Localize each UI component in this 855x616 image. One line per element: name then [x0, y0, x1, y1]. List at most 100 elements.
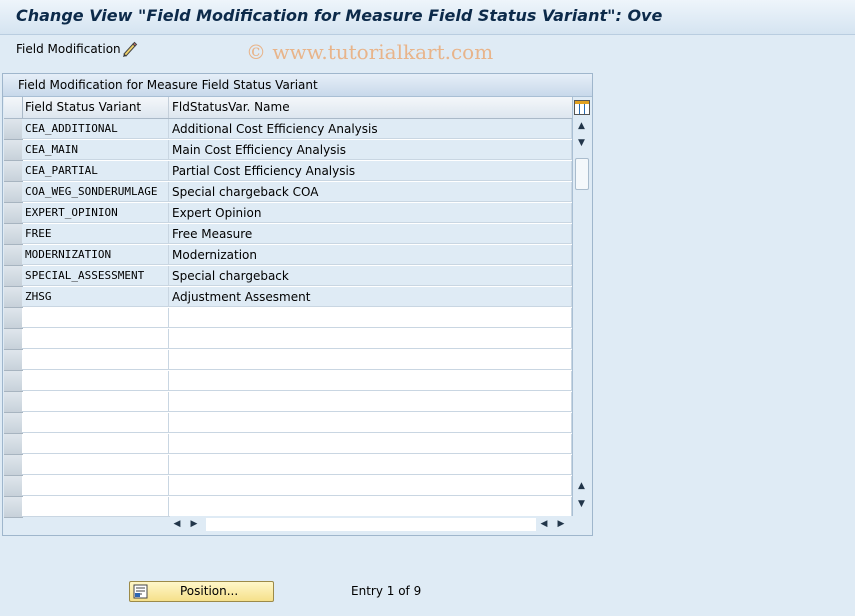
field-status-variant-name-cell[interactable]	[169, 308, 572, 328]
field-status-variant-name-cell[interactable]	[169, 476, 572, 496]
pencil-icon[interactable]	[121, 40, 139, 58]
row-selector[interactable]	[4, 287, 23, 308]
field-status-variant-name-cell[interactable]	[169, 413, 572, 433]
table-row[interactable]: MODERNIZATION Modernization	[4, 245, 572, 266]
field-status-variant-name-cell[interactable]: Additional Cost Efficiency Analysis	[169, 119, 572, 139]
scroll-down-icon[interactable]: ▼	[575, 137, 588, 150]
table-row[interactable]	[4, 329, 572, 350]
table-row[interactable]: CEA_MAIN Main Cost Efficiency Analysis	[4, 140, 572, 161]
row-selector[interactable]	[4, 119, 23, 140]
table-row[interactable]	[4, 371, 572, 392]
field-status-variant-cell[interactable]: CEA_MAIN	[22, 140, 169, 160]
field-status-variant-name-cell[interactable]: Main Cost Efficiency Analysis	[169, 140, 572, 160]
field-status-variant-cell[interactable]: CEA_ADDITIONAL	[22, 119, 169, 139]
field-status-variant-cell[interactable]: FREE	[22, 224, 169, 244]
row-selector[interactable]	[4, 497, 23, 518]
column-header-fldstatusvar-name[interactable]: FldStatusVar. Name	[169, 97, 572, 118]
field-status-variant-name-cell[interactable]	[169, 392, 572, 412]
table-row[interactable]	[4, 434, 572, 455]
field-status-variant-cell[interactable]	[22, 371, 169, 391]
field-status-variant-name-cell[interactable]: Adjustment Assesment	[169, 287, 572, 307]
row-selector[interactable]	[4, 140, 23, 161]
table-row[interactable]	[4, 413, 572, 434]
scroll-thumb[interactable]	[575, 158, 589, 190]
select-all-cell[interactable]	[4, 97, 23, 118]
scroll-left-icon[interactable]: ◀	[171, 518, 183, 531]
field-status-variant-name-cell[interactable]: Free Measure	[169, 224, 572, 244]
scroll-up-icon[interactable]: ▲	[575, 120, 588, 133]
field-status-variant-cell[interactable]	[22, 413, 169, 433]
table-row[interactable]	[4, 455, 572, 476]
field-status-variant-cell[interactable]	[22, 476, 169, 496]
field-status-variant-cell[interactable]	[22, 497, 169, 517]
row-selector[interactable]	[4, 455, 23, 476]
row-selector[interactable]	[4, 161, 23, 182]
field-status-variant-cell[interactable]	[22, 392, 169, 412]
table-row[interactable]: SPECIAL_ASSESSMENT Special chargeback	[4, 266, 572, 287]
table-row[interactable]	[4, 476, 572, 497]
field-modification-button[interactable]: Field Modification	[16, 42, 121, 56]
row-selector[interactable]	[4, 308, 23, 329]
table-row[interactable]: CEA_ADDITIONAL Additional Cost Efficiency…	[4, 119, 572, 140]
row-selector[interactable]	[4, 392, 23, 413]
table-settings-icon[interactable]	[574, 100, 590, 115]
field-status-variant-name-cell[interactable]	[169, 497, 572, 517]
row-selector[interactable]	[4, 413, 23, 434]
field-status-variant-name-cell[interactable]	[169, 329, 572, 349]
table-row[interactable]	[4, 497, 572, 518]
field-status-variant-cell[interactable]	[22, 434, 169, 454]
column-header-field-status-variant[interactable]: Field Status Variant	[22, 97, 169, 118]
vertical-scrollbar[interactable]: ▲ ▼ ▲ ▼	[573, 118, 590, 516]
field-status-variant-name-cell[interactable]	[169, 434, 572, 454]
table-row[interactable]	[4, 308, 572, 329]
field-status-variant-name-cell[interactable]	[169, 455, 572, 475]
row-selector[interactable]	[4, 371, 23, 392]
row-selector[interactable]	[4, 350, 23, 371]
field-status-variant-cell[interactable]: SPECIAL_ASSESSMENT	[22, 266, 169, 286]
scroll-right-icon[interactable]: ▶	[188, 518, 200, 531]
table-row[interactable]: FREE Free Measure	[4, 224, 572, 245]
field-status-variant-cell[interactable]: ZHSG	[22, 287, 169, 307]
field-status-variant-cell[interactable]: COA_WEG_SONDERUMLAGE	[22, 182, 169, 202]
table-row[interactable]	[4, 392, 572, 413]
field-status-variant-name-cell[interactable]: Special chargeback COA	[169, 182, 572, 202]
field-status-variant-cell[interactable]	[22, 308, 169, 328]
row-selector[interactable]	[4, 224, 23, 245]
row-selector[interactable]	[4, 182, 23, 203]
field-status-variant-name-cell[interactable]: Expert Opinion	[169, 203, 572, 223]
field-status-variant-cell[interactable]: MODERNIZATION	[22, 245, 169, 265]
field-status-variant-cell[interactable]: EXPERT_OPINION	[22, 203, 169, 223]
table-row[interactable]	[4, 350, 572, 371]
table-panel: Field Modification for Measure Field Sta…	[2, 73, 593, 536]
field-status-variant-cell[interactable]	[22, 350, 169, 370]
row-selector[interactable]	[4, 434, 23, 455]
table-header: Field Status Variant FldStatusVar. Name	[4, 97, 572, 119]
row-selector[interactable]	[4, 203, 23, 224]
field-status-variant-name-cell[interactable]: Partial Cost Efficiency Analysis	[169, 161, 572, 181]
panel-title: Field Modification for Measure Field Sta…	[18, 78, 318, 92]
horizontal-scrollbar[interactable]: ◀ ▶ ◀ ▶	[170, 516, 572, 533]
field-status-variant-name-cell[interactable]	[169, 371, 572, 391]
row-selector[interactable]	[4, 476, 23, 497]
horizontal-scroll-track[interactable]	[206, 518, 536, 531]
field-status-variant-name-cell[interactable]	[169, 350, 572, 370]
field-status-variant-cell[interactable]	[22, 329, 169, 349]
scroll-page-up-icon[interactable]: ▲	[575, 480, 588, 493]
table-row[interactable]: CEA_PARTIAL Partial Cost Efficiency Analy…	[4, 161, 572, 182]
position-button-label: Position...	[180, 584, 239, 598]
row-selector[interactable]	[4, 329, 23, 350]
field-status-variant-cell[interactable]	[22, 455, 169, 475]
position-icon	[133, 584, 148, 599]
row-selector[interactable]	[4, 266, 23, 287]
scroll-right-end-icon[interactable]: ▶	[555, 518, 567, 531]
position-button[interactable]: Position...	[129, 581, 274, 602]
scroll-page-down-icon[interactable]: ▼	[575, 498, 588, 511]
field-status-variant-name-cell[interactable]: Modernization	[169, 245, 572, 265]
table-row[interactable]: ZHSG Adjustment Assesment	[4, 287, 572, 308]
table-row[interactable]: EXPERT_OPINION Expert Opinion	[4, 203, 572, 224]
row-selector[interactable]	[4, 245, 23, 266]
scroll-left-end-icon[interactable]: ◀	[538, 518, 550, 531]
field-status-variant-name-cell[interactable]: Special chargeback	[169, 266, 572, 286]
field-status-variant-cell[interactable]: CEA_PARTIAL	[22, 161, 169, 181]
table-row[interactable]: COA_WEG_SONDERUMLAGE Special chargeback C…	[4, 182, 572, 203]
